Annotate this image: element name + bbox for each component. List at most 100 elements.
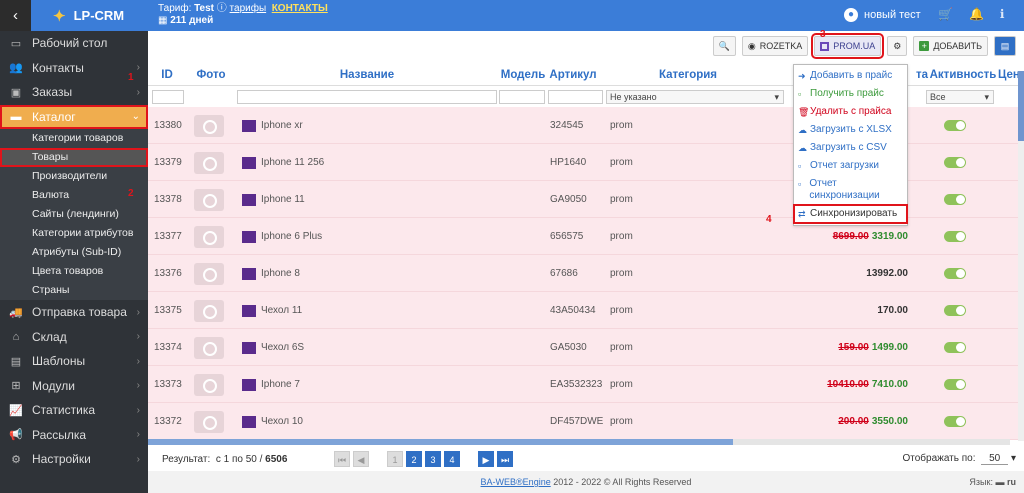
table-row[interactable]: 13372 Чехол 10 DF457DWE prom 200.00 3550.00 — [148, 403, 1024, 440]
export-button[interactable]: ▤ — [994, 36, 1016, 56]
table-row[interactable]: 13374 Чехол 6S GA5030 prom 159.00 1499.00 — [148, 329, 1024, 366]
cart-icon[interactable]: 🛒 — [938, 7, 953, 21]
col-model[interactable]: Модель — [498, 69, 548, 81]
settings-button[interactable]: ⚙ — [887, 36, 908, 56]
dd-remove-from-price[interactable]: 🗑 Удалить с прайса — [794, 103, 907, 121]
copyright-link[interactable]: BA-WEB®Engine — [481, 477, 551, 487]
cell-old-price: 200.00 — [838, 416, 869, 427]
user-name: новый тест — [864, 9, 921, 21]
submenu-item-currency[interactable]: Валюта — [0, 186, 148, 205]
page-2[interactable]: 2 — [406, 451, 422, 467]
submenu-item-categories[interactable]: Категории товаров — [0, 129, 148, 148]
dd-add-to-price[interactable]: ➜ Добавить в прайс — [794, 67, 907, 85]
filter-name[interactable] — [237, 90, 497, 104]
horizontal-scrollbar[interactable] — [148, 439, 1010, 445]
per-page-select[interactable]: 50 — [981, 453, 1009, 465]
col-name[interactable]: Название — [236, 69, 498, 81]
sidebar-item-catalog[interactable]: ▬ Каталог ⌄ — [0, 104, 148, 129]
app-logo[interactable]: ✦ LP-CRM — [31, 0, 148, 31]
cell-id: 13374 — [154, 342, 182, 353]
dd-upload-csv[interactable]: ☁ Загрузить с CSV — [794, 139, 907, 157]
file-icon: ▫ — [798, 89, 802, 99]
filter-id[interactable] — [152, 90, 184, 104]
sidebar-item-templates[interactable]: ▤ Шаблоны › — [0, 349, 148, 374]
active-toggle[interactable] — [944, 305, 966, 316]
user-menu[interactable]: ● новый тест — [844, 8, 921, 22]
bell-icon[interactable]: 🔔 — [969, 7, 984, 21]
sidebar-item-shipping[interactable]: 🚚 Отправка товара › — [0, 300, 148, 325]
active-toggle[interactable] — [944, 342, 966, 353]
page-3[interactable]: 3 — [425, 451, 441, 467]
sidebar-item-settings[interactable]: ⚙ Настройки › — [0, 447, 148, 472]
active-toggle[interactable] — [944, 268, 966, 279]
table-row[interactable]: 13375 Чехол 11 43A50434 prom 170.00 — [148, 292, 1024, 329]
cell-category: prom — [610, 120, 633, 131]
active-toggle[interactable] — [944, 231, 966, 242]
language-switch[interactable]: Язык: ▬ ru — [969, 471, 1016, 493]
sidebar-item-modules[interactable]: ⊞ Модули › — [0, 374, 148, 399]
submenu-item-attributes[interactable]: Атрибуты (Sub-ID) — [0, 243, 148, 262]
col-category[interactable]: Категория — [598, 69, 778, 81]
top-bar: ‹ ✦ LP-CRM Тариф: Test ⓘ тарифы КОНТАКТЫ… — [0, 0, 1024, 31]
prom-thumb-icon — [242, 230, 256, 243]
prev-page-icon[interactable]: ◀ — [353, 451, 369, 467]
first-page-icon[interactable]: ⏮ — [334, 451, 350, 467]
sidebar-item-contacts[interactable]: 👥 Контакты › — [0, 56, 148, 81]
dd-synchronize[interactable]: ⇄ Синхронизировать — [793, 204, 908, 224]
submenu-item-attr-categories[interactable]: Категории атрибутов — [0, 224, 148, 243]
page-4[interactable]: 4 — [444, 451, 460, 467]
shuffle-icon: ⇄ — [798, 209, 806, 219]
caret-down-icon: ▾ — [774, 92, 779, 102]
sidebar-item-orders[interactable]: ▣ Заказы › — [0, 80, 148, 105]
col-active[interactable]: Активность — [928, 69, 998, 81]
add-button[interactable]: + ДОБАВИТЬ — [913, 36, 988, 56]
active-toggle[interactable] — [944, 120, 966, 131]
submenu-item-countries[interactable]: Страны — [0, 281, 148, 300]
camera-icon — [194, 188, 224, 211]
search-button[interactable]: 🔍 — [712, 36, 736, 56]
trash-icon: 🗑 — [798, 107, 810, 117]
dd-sync-report[interactable]: ▫ Отчет синхронизации — [794, 175, 907, 205]
scroll-thumb[interactable] — [148, 439, 733, 445]
desktop-icon: ▭ — [10, 37, 22, 50]
sidebar-item-warehouse[interactable]: ⌂ Склад › — [0, 325, 148, 350]
submenu-item-sites[interactable]: Сайты (лендинги) — [0, 205, 148, 224]
col-sku[interactable]: Артикул — [548, 69, 598, 81]
page-1[interactable]: 1 — [387, 451, 403, 467]
filter-sku[interactable] — [548, 90, 603, 104]
active-toggle[interactable] — [944, 379, 966, 390]
info-circle-icon[interactable]: ℹ — [1000, 7, 1005, 21]
sidebar-item-mailing[interactable]: 📢 Рассылка › — [0, 423, 148, 448]
submenu-item-products[interactable]: Товары — [0, 148, 148, 167]
filter-model[interactable] — [499, 90, 545, 104]
scroll-thumb[interactable] — [1018, 71, 1024, 141]
filter-active[interactable]: Все ▾ — [926, 90, 994, 104]
contacts-link[interactable]: КОНТАКТЫ — [272, 3, 328, 14]
last-page-icon[interactable]: ⏭ — [497, 451, 513, 467]
table-row[interactable]: 13376 Iphone 8 67686 prom 13992.00 — [148, 255, 1024, 292]
dd-upload-report[interactable]: ▫ Отчет загрузки — [794, 157, 907, 175]
active-toggle[interactable] — [944, 416, 966, 427]
inbox-icon: ▬ — [10, 110, 22, 123]
submenu-item-manufacturers[interactable]: Производители — [0, 167, 148, 186]
pager: ⏮ ◀ 1 2 3 4 ▶ ⏭ — [334, 451, 513, 467]
next-page-icon[interactable]: ▶ — [478, 451, 494, 467]
dd-upload-xlsx[interactable]: ☁ Загрузить с XLSX — [794, 121, 907, 139]
dd-get-price[interactable]: ▫ Получить прайс — [794, 85, 907, 103]
tariffs-link[interactable]: тарифы — [230, 3, 267, 14]
flag-icon: ▬ — [995, 477, 1005, 487]
submenu-item-colors[interactable]: Цвета товаров — [0, 262, 148, 281]
cell-new-price: 3319.00 — [871, 231, 908, 242]
active-toggle[interactable] — [944, 194, 966, 205]
sidebar-item-statistics[interactable]: 📈 Статистика › — [0, 398, 148, 423]
table-row[interactable]: 13373 Iphone 7 EA3532323 prom 10410.00 7410.0… — [148, 366, 1024, 403]
sidebar-item-desktop[interactable]: ▭ Рабочий стол — [0, 31, 148, 56]
cell-id: 13380 — [154, 120, 182, 131]
annotation-3: 3 — [820, 29, 826, 40]
filter-category[interactable]: Не указано ▾ — [606, 90, 784, 104]
vertical-scrollbar[interactable] — [1018, 71, 1024, 441]
col-id[interactable]: ID — [148, 69, 186, 81]
chevron-left-icon[interactable]: ‹ — [0, 0, 31, 31]
rozetka-button[interactable]: ◉ ROZETKA — [741, 36, 809, 56]
active-toggle[interactable] — [944, 157, 966, 168]
